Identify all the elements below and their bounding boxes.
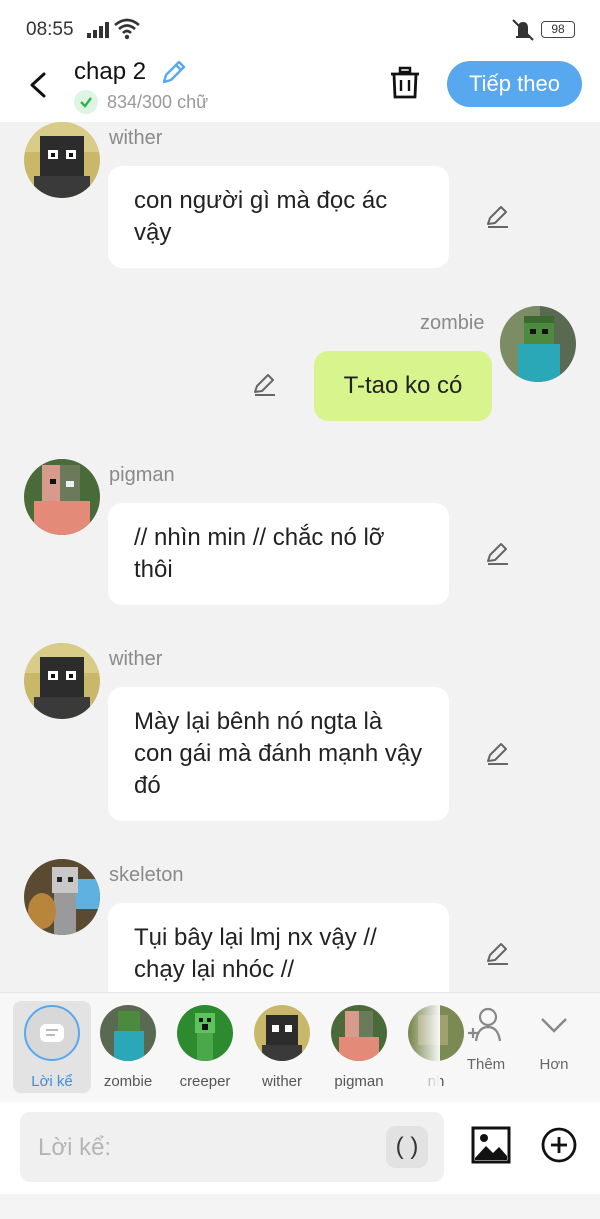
character-label: wither: [261, 1073, 302, 1090]
edit-message-icon[interactable]: [252, 371, 278, 397]
edit-message-icon[interactable]: [485, 740, 511, 766]
mute-icon: [512, 19, 534, 41]
sender-name: skeleton: [109, 864, 184, 886]
character-creeper[interactable]: creeper: [165, 1001, 245, 1091]
message-bubble[interactable]: Mày lại bênh nó ngta là con gái mà đánh …: [108, 687, 449, 821]
sender-name: wither: [109, 127, 163, 149]
add-person-icon: [468, 1007, 502, 1042]
avatar-wither[interactable]: [24, 643, 100, 719]
check-icon: [74, 90, 98, 114]
back-arrow-icon[interactable]: [24, 70, 54, 100]
status-bar: 08:55 98: [0, 0, 600, 58]
creeper-avatar: [177, 1005, 233, 1061]
edit-message-icon[interactable]: [485, 540, 511, 566]
word-count: 834/300 chữ: [107, 91, 209, 112]
edit-title-icon[interactable]: [160, 58, 188, 86]
character-label: zombie: [103, 1073, 153, 1090]
add-circle-icon[interactable]: [541, 1127, 577, 1163]
zombie-avatar: [100, 1005, 156, 1061]
header: chap 2 834/300 chữ Tiếp theo: [0, 58, 600, 122]
wifi-icon: [114, 18, 140, 40]
narrator-icon: [24, 1005, 80, 1061]
more-label: Hơn: [539, 1056, 569, 1073]
input-placeholder: Lời kể:: [38, 1134, 112, 1161]
message-input[interactable]: Lời kể: ( ): [20, 1112, 444, 1182]
scroll-fade: [410, 1001, 440, 1093]
pigman-avatar: [331, 1005, 387, 1061]
image-icon[interactable]: [471, 1126, 511, 1164]
avatar-wither[interactable]: [24, 122, 100, 198]
character-label: Lời kể: [31, 1073, 73, 1090]
message-bubble[interactable]: T-tao ko có: [314, 351, 492, 421]
wither-avatar: [254, 1005, 310, 1061]
avatar-skeleton[interactable]: [24, 859, 100, 935]
parentheses-button[interactable]: ( ): [386, 1126, 428, 1168]
chevron-down-icon: [541, 1018, 567, 1033]
character-bar: Lời kể zombie creeper wither pigman Thêm…: [0, 992, 600, 1102]
word-count-row: 834/300 chữ: [74, 90, 208, 114]
character-label: pigman: [334, 1073, 384, 1090]
character-label: creeper: [179, 1073, 231, 1090]
more-button[interactable]: Hơn: [524, 1005, 584, 1073]
message-bubble[interactable]: // nhìn min // chắc nó lỡ thôi: [108, 503, 449, 605]
edit-message-icon[interactable]: [485, 940, 511, 966]
chapter-title: chap 2: [74, 58, 147, 85]
signal-icon: [87, 22, 109, 38]
character-zombie[interactable]: zombie: [88, 1001, 168, 1091]
avatar-pigman[interactable]: [24, 459, 100, 535]
sender-name: pigman: [109, 464, 175, 486]
avatar-zombie[interactable]: [500, 306, 576, 382]
add-label: Thêm: [466, 1056, 506, 1073]
message-bubble[interactable]: Tụi bây lại lmj nx vậy // chạy lại nhóc …: [108, 903, 449, 992]
chat-area[interactable]: wither con người gì mà đọc ác vậy zombie…: [0, 122, 600, 992]
character-narrator[interactable]: Lời kể: [13, 1001, 91, 1093]
bottom-strip: [0, 1194, 600, 1219]
character-wither[interactable]: wither: [242, 1001, 322, 1091]
sender-name: zombie: [420, 312, 485, 334]
input-bar: Lời kể: ( ): [0, 1102, 600, 1194]
add-character-button[interactable]: Thêm: [456, 1005, 516, 1073]
edit-message-icon[interactable]: [485, 203, 511, 229]
next-button[interactable]: Tiếp theo: [447, 61, 582, 107]
character-pigman[interactable]: pigman: [319, 1001, 399, 1091]
trash-icon[interactable]: [389, 66, 421, 100]
battery-indicator: 98: [541, 21, 575, 38]
sender-name: wither: [109, 648, 163, 670]
status-time: 08:55: [26, 19, 74, 40]
message-bubble[interactable]: con người gì mà đọc ác vậy: [108, 166, 449, 268]
